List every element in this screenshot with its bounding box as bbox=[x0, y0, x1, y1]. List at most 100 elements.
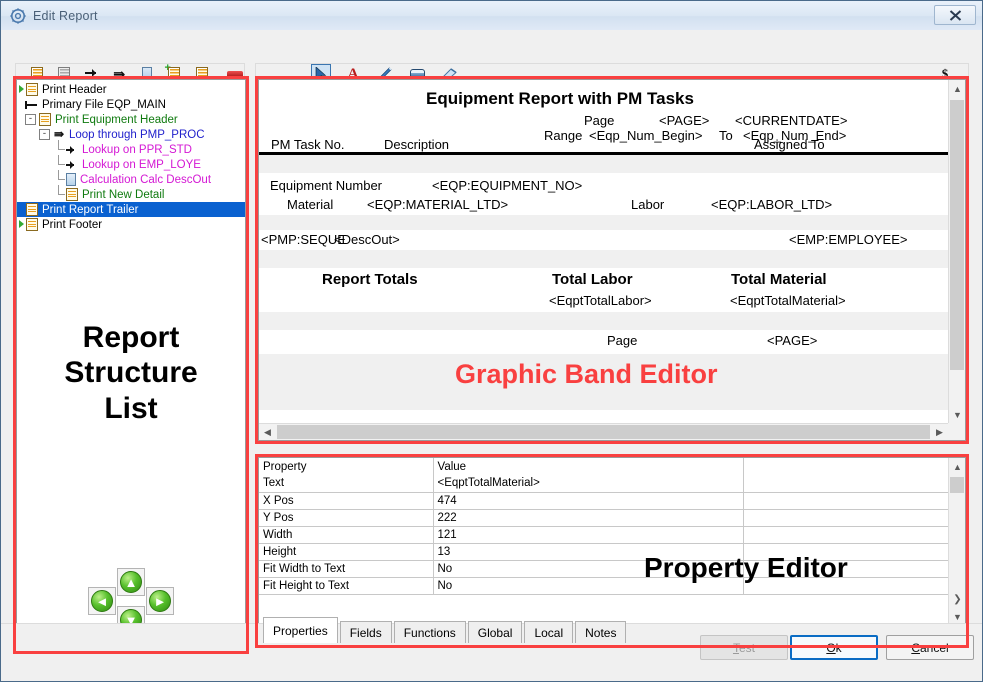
total-labor-label-text[interactable]: Total Labor bbox=[552, 271, 633, 288]
band-report-trailer[interactable]: Report Totals Total Labor Total Material… bbox=[259, 268, 948, 312]
labor-label-text[interactable]: Labor bbox=[631, 197, 664, 212]
tree-item[interactable]: Primary File EQP_MAIN bbox=[17, 97, 245, 112]
tab-notes[interactable]: Notes bbox=[575, 621, 627, 643]
band-horizontal-scrollbar[interactable]: ◀ ▶ bbox=[259, 423, 948, 440]
property-row[interactable]: Fit Height to Text No bbox=[259, 577, 948, 595]
property-extra-cell[interactable] bbox=[743, 492, 948, 510]
scroll-left-icon[interactable]: ◀ bbox=[259, 424, 276, 440]
band-hscroll-thumb[interactable] bbox=[277, 425, 930, 439]
tree-item[interactable]: - Print Equipment Header bbox=[17, 112, 245, 127]
property-name-cell[interactable]: Text bbox=[259, 475, 434, 493]
property-value-cell[interactable]: Value bbox=[433, 458, 744, 475]
property-name-cell[interactable]: X Pos bbox=[259, 492, 434, 510]
band-spacer-3[interactable] bbox=[259, 250, 948, 268]
tree-item[interactable]: Print Footer bbox=[17, 217, 245, 232]
property-header-row[interactable]: Property Value bbox=[259, 458, 948, 475]
property-row[interactable]: X Pos 474 bbox=[259, 492, 948, 510]
col-assigned-to-text[interactable]: Assigned To bbox=[754, 137, 825, 152]
equipment-number-label-text[interactable]: Equipment Number bbox=[270, 178, 382, 193]
property-row[interactable]: Width 121 bbox=[259, 526, 948, 544]
property-name-cell[interactable]: Property bbox=[259, 458, 434, 475]
property-extra-cell[interactable] bbox=[743, 526, 948, 544]
property-row[interactable]: Text <EqptTotalMaterial> bbox=[259, 475, 948, 493]
band-spacer-4[interactable] bbox=[259, 312, 948, 330]
tree-item[interactable]: Calculation Calc DescOut bbox=[17, 170, 245, 187]
test-button[interactable]: Test bbox=[700, 635, 788, 660]
tab-global[interactable]: Global bbox=[467, 621, 523, 643]
tree-item[interactable]: Lookup on EMP_LOYE bbox=[17, 155, 245, 172]
page-label-text[interactable]: Page bbox=[584, 113, 614, 128]
band-spacer-2[interactable] bbox=[259, 215, 948, 230]
page-token-text[interactable]: <PAGE> bbox=[659, 113, 709, 128]
employee-token-text[interactable]: <EMP:EMPLOYEE> bbox=[789, 232, 908, 247]
equipment-no-token-text[interactable]: <EQP:EQUIPMENT_NO> bbox=[432, 178, 582, 193]
property-row[interactable]: Y Pos 222 bbox=[259, 509, 948, 527]
total-material-label-text[interactable]: Total Material bbox=[731, 271, 827, 288]
col-pm-task-no-text[interactable]: PM Task No. bbox=[271, 137, 344, 152]
range-label-text[interactable]: Range bbox=[544, 128, 582, 143]
prop-scroll-up-icon[interactable]: ▲ bbox=[949, 458, 965, 475]
range-to-text[interactable]: To bbox=[719, 128, 733, 143]
tree-item[interactable]: Print Report Trailer bbox=[17, 202, 245, 217]
tab-functions[interactable]: Functions bbox=[393, 621, 466, 643]
band-canvas[interactable]: Equipment Report with PM Tasks Page <PAG… bbox=[259, 80, 948, 423]
property-extra-cell[interactable] bbox=[743, 509, 948, 527]
range-begin-text[interactable]: <Eqp_Num_Begin> bbox=[589, 128, 702, 143]
property-value-cell[interactable]: No bbox=[433, 577, 744, 595]
property-row[interactable]: Height 13 bbox=[259, 543, 948, 561]
ok-button[interactable]: Ok bbox=[790, 635, 878, 660]
prop-scroll-right-icon[interactable]: ❯ bbox=[949, 591, 965, 608]
tree-item[interactable]: Print Header bbox=[17, 82, 245, 97]
move-left-button[interactable]: ◄ bbox=[88, 587, 116, 615]
band-detail[interactable]: <PMP:SEQUE <DescOut> <EMP:EMPLOYEE> bbox=[259, 230, 948, 250]
graphic-band-editor[interactable]: Equipment Report with PM Tasks Page <PAG… bbox=[258, 79, 966, 441]
scroll-down-icon[interactable]: ▼ bbox=[949, 406, 965, 423]
descout-token-text[interactable]: <DescOut> bbox=[334, 232, 400, 247]
property-value-cell[interactable]: 13 bbox=[433, 543, 744, 561]
move-up-button[interactable]: ▲ bbox=[117, 568, 145, 596]
total-labor-token-text[interactable]: <EqptTotalLabor> bbox=[549, 293, 652, 308]
property-extra-cell[interactable] bbox=[743, 458, 948, 475]
close-button[interactable] bbox=[934, 5, 976, 25]
tree-expander-icon[interactable]: - bbox=[39, 129, 50, 140]
band-spacer-5[interactable]: Graphic Band Editor bbox=[259, 354, 948, 410]
property-name-cell[interactable]: Y Pos bbox=[259, 509, 434, 527]
band-spacer-1[interactable] bbox=[259, 155, 948, 173]
cancel-button[interactable]: Cancel bbox=[886, 635, 974, 660]
footer-page-token-text[interactable]: <PAGE> bbox=[767, 333, 817, 348]
scroll-right-icon[interactable]: ▶ bbox=[931, 424, 948, 440]
scroll-up-icon[interactable]: ▲ bbox=[949, 80, 965, 97]
property-value-cell[interactable]: 121 bbox=[433, 526, 744, 544]
labor-token-text[interactable]: <EQP:LABOR_LTD> bbox=[711, 197, 832, 212]
tab-local[interactable]: Local bbox=[524, 621, 574, 643]
property-value-cell[interactable]: 474 bbox=[433, 492, 744, 510]
report-title-text[interactable]: Equipment Report with PM Tasks bbox=[426, 89, 694, 109]
band-vertical-scrollbar[interactable]: ▲ ▼ bbox=[948, 80, 965, 423]
band-vscroll-thumb[interactable] bbox=[950, 100, 964, 370]
tree-expander-icon[interactable]: - bbox=[25, 114, 36, 125]
property-value-cell[interactable]: No bbox=[433, 560, 744, 578]
total-material-token-text[interactable]: <EqptTotalMaterial> bbox=[730, 293, 846, 308]
property-extra-cell[interactable] bbox=[743, 475, 948, 493]
tree-item[interactable]: - ⇛ Loop through PMP_PROC bbox=[17, 127, 245, 142]
property-row[interactable]: Fit Width to Text No bbox=[259, 560, 948, 578]
property-value-cell[interactable]: 222 bbox=[433, 509, 744, 527]
tab-fields[interactable]: Fields bbox=[339, 621, 392, 643]
tab-properties[interactable]: Properties bbox=[263, 617, 338, 643]
band-page-header[interactable]: Equipment Report with PM Tasks Page <PAG… bbox=[259, 80, 948, 152]
band-equipment-header[interactable]: Equipment Number <EQP:EQUIPMENT_NO> Mate… bbox=[259, 173, 948, 215]
prop-vscroll-thumb[interactable] bbox=[950, 477, 964, 493]
tree-item[interactable]: Lookup on PPR_STD bbox=[17, 140, 245, 157]
property-value-cell[interactable]: <EqptTotalMaterial> bbox=[433, 475, 744, 493]
footer-page-label-text[interactable]: Page bbox=[607, 333, 637, 348]
property-name-cell[interactable]: Fit Width to Text bbox=[259, 560, 434, 578]
report-structure-list[interactable]: Print Header Primary File EQP_MAIN - Print … bbox=[16, 79, 246, 651]
report-totals-label-text[interactable]: Report Totals bbox=[322, 271, 418, 288]
property-name-cell[interactable]: Fit Height to Text bbox=[259, 577, 434, 595]
property-extra-cell[interactable] bbox=[743, 560, 948, 578]
property-extra-cell[interactable] bbox=[743, 577, 948, 595]
property-grid[interactable]: Property Value Text <EqptTotalMaterial> X Po… bbox=[259, 458, 948, 625]
col-description-text[interactable]: Description bbox=[384, 137, 449, 152]
material-label-text[interactable]: Material bbox=[287, 197, 333, 212]
property-name-cell[interactable]: Width bbox=[259, 526, 434, 544]
